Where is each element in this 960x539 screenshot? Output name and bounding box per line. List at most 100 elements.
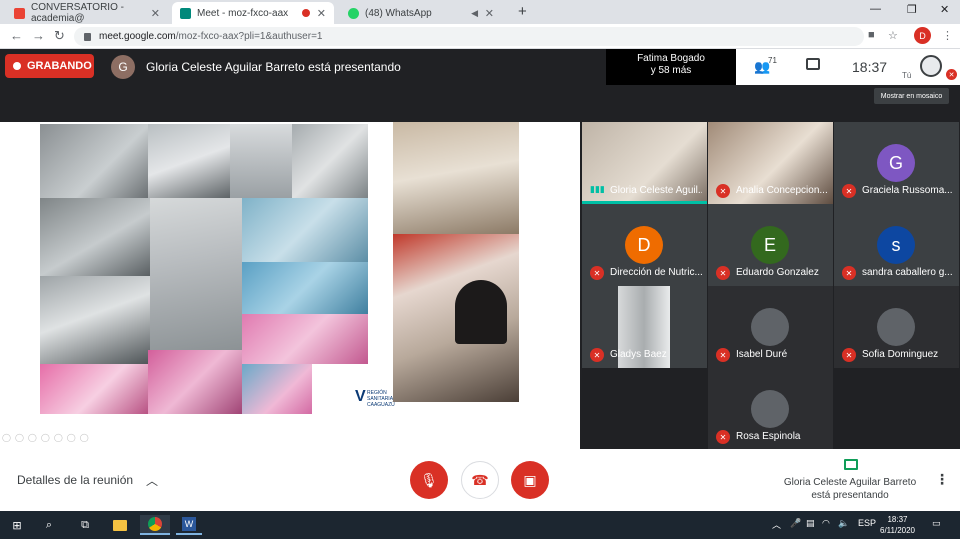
lock-icon <box>84 32 91 41</box>
record-icon <box>13 62 21 70</box>
volume-icon[interactable]: 🔈 <box>838 518 849 529</box>
presentation-toolbar-area <box>0 85 960 122</box>
slide-navigation[interactable]: ◯◯◯◯◯◯◯ <box>2 433 93 442</box>
participant-tile[interactable]: ▮▮▮ Gloria Celeste Aguil... <box>582 122 707 204</box>
windows-taskbar: ⊞ ⌕ ⧉ W ︿ 🎤 ▤ ◠ 🔈 ESP 18:37 6/11/2020 ▭ <box>0 511 960 539</box>
participant-avatar: s <box>877 226 915 264</box>
person-photo <box>455 280 507 344</box>
camera-off-button[interactable]: ▣ <box>511 461 549 499</box>
meeting-details-link[interactable]: Detalles de la reunión <box>17 473 133 487</box>
lab-photo <box>148 350 242 414</box>
url-field[interactable]: meet.google.com /moz-fxco-aax?pli=1&auth… <box>74 27 864 46</box>
participant-tile[interactable]: ✕ Isabel Duré <box>708 286 833 368</box>
self-avatar[interactable] <box>920 55 942 77</box>
window-close-button[interactable]: ✕ <box>940 3 949 16</box>
participant-tile[interactable]: G ✕ Graciela Russoma... <box>834 122 959 204</box>
recording-badge: GRABANDO <box>5 54 94 78</box>
system-date: 6/11/2020 <box>880 526 915 535</box>
presenting-status[interactable]: Gloria Celeste Aguilar Barreto está pres… <box>780 476 920 502</box>
lab-photo <box>242 262 368 314</box>
presenting-title: Gloria Celeste Aguilar Barreto está pres… <box>146 60 401 74</box>
whatsapp-icon <box>348 7 359 19</box>
participant-tile[interactable]: E ✕ Eduardo Gonzalez <box>708 204 833 286</box>
more-options-icon[interactable]: ⋮ <box>935 471 949 488</box>
mic-off-icon: ✕ <box>946 69 957 80</box>
photo-collage-right <box>393 122 519 402</box>
camera-off-icon: ▣ <box>523 471 537 488</box>
notifications-icon[interactable]: ▭ <box>932 518 941 529</box>
chevron-up-icon[interactable]: ︿ <box>772 518 781 531</box>
participant-avatar: D <box>625 226 663 264</box>
chat-icon[interactable] <box>806 58 820 70</box>
office-photo <box>393 122 519 234</box>
participant-tile[interactable]: ✕ Analia Concepcion... <box>708 122 833 204</box>
address-bar: ← → ↻ meet.google.com /moz-fxco-aax?pli=… <box>0 24 960 49</box>
minimize-button[interactable]: — <box>870 3 881 15</box>
speaker-icon[interactable]: ◀ <box>471 8 478 19</box>
language-indicator[interactable]: ESP <box>858 518 876 528</box>
presenter-avatar: G <box>111 55 135 79</box>
maximize-button[interactable]: ❐ <box>907 3 917 16</box>
chevron-up-icon[interactable]: ︿ <box>146 472 158 489</box>
participant-name: Isabel Duré <box>736 349 788 360</box>
tab-label: (48) WhatsApp <box>365 7 432 19</box>
present-screen-icon[interactable] <box>844 459 858 470</box>
participant-avatar <box>751 390 789 428</box>
participant-tile[interactable]: ✕ Rosa Espinola <box>708 368 833 450</box>
forward-icon[interactable]: → <box>32 28 45 43</box>
lab-photo <box>40 364 148 414</box>
tab-meet[interactable]: Meet - moz-fxco-aax ✕ <box>172 2 334 24</box>
reload-icon[interactable]: ↻ <box>54 28 65 44</box>
tab-gmail[interactable]: CONVERSATORIO - academia@ ✕ <box>6 2 168 24</box>
others-count: y 58 más <box>650 65 692 76</box>
system-clock[interactable]: 18:37 6/11/2020 <box>880 514 915 536</box>
lab-photo <box>292 124 368 198</box>
hang-up-icon: ☎ <box>471 471 489 488</box>
file-explorer-button[interactable] <box>108 515 132 535</box>
participant-name: Gloria Celeste Aguil... <box>610 185 702 196</box>
star-icon[interactable]: ☆ <box>888 29 898 42</box>
leave-call-button[interactable]: ☎ <box>461 461 499 499</box>
show-tiled-button[interactable]: Mostrar en mosaico <box>874 88 949 104</box>
gmail-icon <box>14 7 25 19</box>
menu-icon[interactable]: ⋮ <box>942 29 953 42</box>
meet-control-panel: 👥 71 18:37 Tú ✕ <box>736 49 960 85</box>
recording-dot-icon <box>302 9 310 17</box>
call-controls-bar: Detalles de la reunión ︿ 🎙 ☎ ▣ Gloria Ce… <box>0 449 960 511</box>
participants-grid: ▮▮▮ Gloria Celeste Aguil... ✕ Analia Con… <box>582 122 960 450</box>
shared-presentation: V REGIÓN SANITARIA CAAGUAZÚ ◯◯◯◯◯◯◯ <box>0 122 580 449</box>
browser-tabstrip: CONVERSATORIO - academia@ ✕ Meet - moz-f… <box>0 0 960 24</box>
close-icon[interactable]: ✕ <box>485 7 494 20</box>
task-view-button[interactable]: ⧉ <box>74 515 96 535</box>
mic-off-icon: ✕ <box>842 184 856 198</box>
tab-label: CONVERSATORIO - academia@ <box>31 2 124 24</box>
participant-tile[interactable]: ✕ Sofia Dominguez <box>834 286 959 368</box>
chrome-taskbar-button[interactable] <box>140 515 170 535</box>
folder-icon <box>113 519 127 531</box>
meet-icon <box>180 7 191 19</box>
microphone-icon[interactable]: 🎤 <box>790 518 801 529</box>
camera-icon[interactable]: ■ <box>868 29 875 41</box>
start-button[interactable]: ⊞ <box>6 515 28 535</box>
lab-photo <box>148 124 230 198</box>
new-tab-button[interactable]: + <box>518 3 527 20</box>
screen: CONVERSATORIO - academia@ ✕ Meet - moz-f… <box>0 0 960 539</box>
mute-mic-button[interactable]: 🎙 <box>410 461 448 499</box>
others-indicator[interactable]: Fatima Bogado y 58 más <box>606 49 736 85</box>
wifi-icon[interactable]: ◠ <box>822 518 830 529</box>
word-taskbar-button[interactable]: W <box>176 515 202 535</box>
mic-off-icon: ✕ <box>716 348 730 362</box>
participant-tile[interactable]: s ✕ sandra caballero g... <box>834 204 959 286</box>
network-icon[interactable]: ▤ <box>806 518 815 529</box>
profile-avatar[interactable]: D <box>914 27 931 44</box>
task-view-icon: ⧉ <box>81 518 89 531</box>
back-icon[interactable]: ← <box>10 28 23 43</box>
close-icon[interactable]: ✕ <box>317 7 326 20</box>
search-button[interactable]: ⌕ <box>38 515 60 535</box>
others-name: Fatima Bogado <box>637 53 705 64</box>
participant-avatar: E <box>751 226 789 264</box>
participant-tile[interactable]: D ✕ Dirección de Nutric... <box>582 204 707 286</box>
close-icon[interactable]: ✕ <box>151 7 160 20</box>
participant-tile[interactable]: ✕ Gladys Baez <box>582 286 707 368</box>
tab-whatsapp[interactable]: (48) WhatsApp ◀ ✕ <box>340 2 502 24</box>
